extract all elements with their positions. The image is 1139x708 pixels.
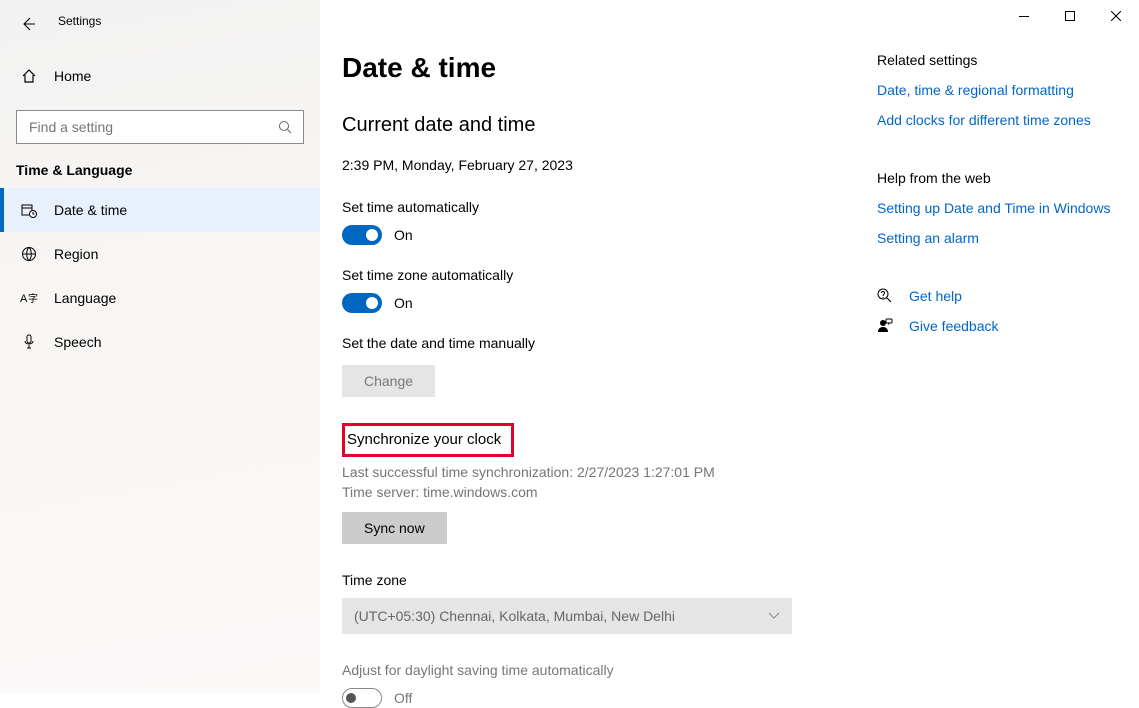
nav-home[interactable]: Home [0,54,320,98]
feedback-icon [877,318,895,334]
back-button[interactable] [18,14,38,34]
tz-label: Time zone [342,572,837,588]
right-rail: Related settings Date, time & regional f… [877,0,1139,693]
dst-label: Adjust for daylight saving time automati… [342,662,837,678]
link-help-alarm[interactable]: Setting an alarm [877,230,1139,246]
nav-language[interactable]: A字 Language [0,276,320,320]
sync-heading: Synchronize your clock [347,431,501,448]
link-give-feedback[interactable]: Give feedback [909,318,999,334]
sync-now-button[interactable]: Sync now [342,512,447,544]
sync-heading-highlight: Synchronize your clock [342,423,514,457]
related-heading: Related settings [877,52,1139,68]
nav-item-label: Region [54,246,98,262]
nav-item-label: Speech [54,334,101,350]
link-regional-formatting[interactable]: Date, time & regional formatting [877,82,1139,98]
set-time-auto-state: On [394,227,413,243]
change-button: Change [342,365,435,397]
svg-text:A: A [20,293,28,305]
search-icon [278,120,292,134]
set-time-auto-toggle[interactable] [342,225,382,245]
sync-server: Time server: time.windows.com [342,483,837,503]
svg-text:字: 字 [28,292,38,305]
home-icon [20,67,38,85]
minimize-button[interactable] [1001,0,1047,32]
set-tz-auto-state: On [394,295,413,311]
window-title: Settings [58,14,101,28]
search-input[interactable] [16,110,304,144]
nav-speech[interactable]: Speech [0,320,320,364]
manual-label: Set the date and time manually [342,335,837,351]
calendar-clock-icon [20,201,38,219]
sync-last: Last successful time synchronization: 2/… [342,463,837,483]
nav-section-label: Time & Language [0,144,320,188]
globe-icon [20,245,38,263]
nav-region[interactable]: Region [0,232,320,276]
content-area: Date & time Current date and time 2:39 P… [320,0,877,693]
tz-value: (UTC+05:30) Chennai, Kolkata, Mumbai, Ne… [354,608,675,624]
set-tz-auto-toggle[interactable] [342,293,382,313]
link-add-clocks[interactable]: Add clocks for different time zones [877,112,1139,128]
link-help-datetime[interactable]: Setting up Date and Time in Windows [877,200,1139,216]
maximize-button[interactable] [1047,0,1093,32]
chevron-down-icon [768,612,780,620]
dst-toggle [342,688,382,708]
nav-date-time[interactable]: Date & time [0,188,320,232]
sidebar: Settings Home Time & Language Date & tim… [0,0,320,693]
get-help-icon [877,288,895,304]
current-datetime: 2:39 PM, Monday, February 27, 2023 [342,157,837,173]
page-title: Date & time [342,52,837,84]
close-button[interactable] [1093,0,1139,32]
set-tz-auto-label: Set time zone automatically [342,267,837,283]
link-get-help[interactable]: Get help [909,288,962,304]
help-heading: Help from the web [877,170,1139,186]
tz-select: (UTC+05:30) Chennai, Kolkata, Mumbai, Ne… [342,598,792,634]
current-heading: Current date and time [342,114,837,137]
nav-item-label: Date & time [54,202,127,218]
nav-home-label: Home [54,68,91,84]
language-icon: A字 [20,289,38,307]
microphone-icon [20,333,38,351]
set-time-auto-label: Set time automatically [342,199,837,215]
nav-item-label: Language [54,290,116,306]
